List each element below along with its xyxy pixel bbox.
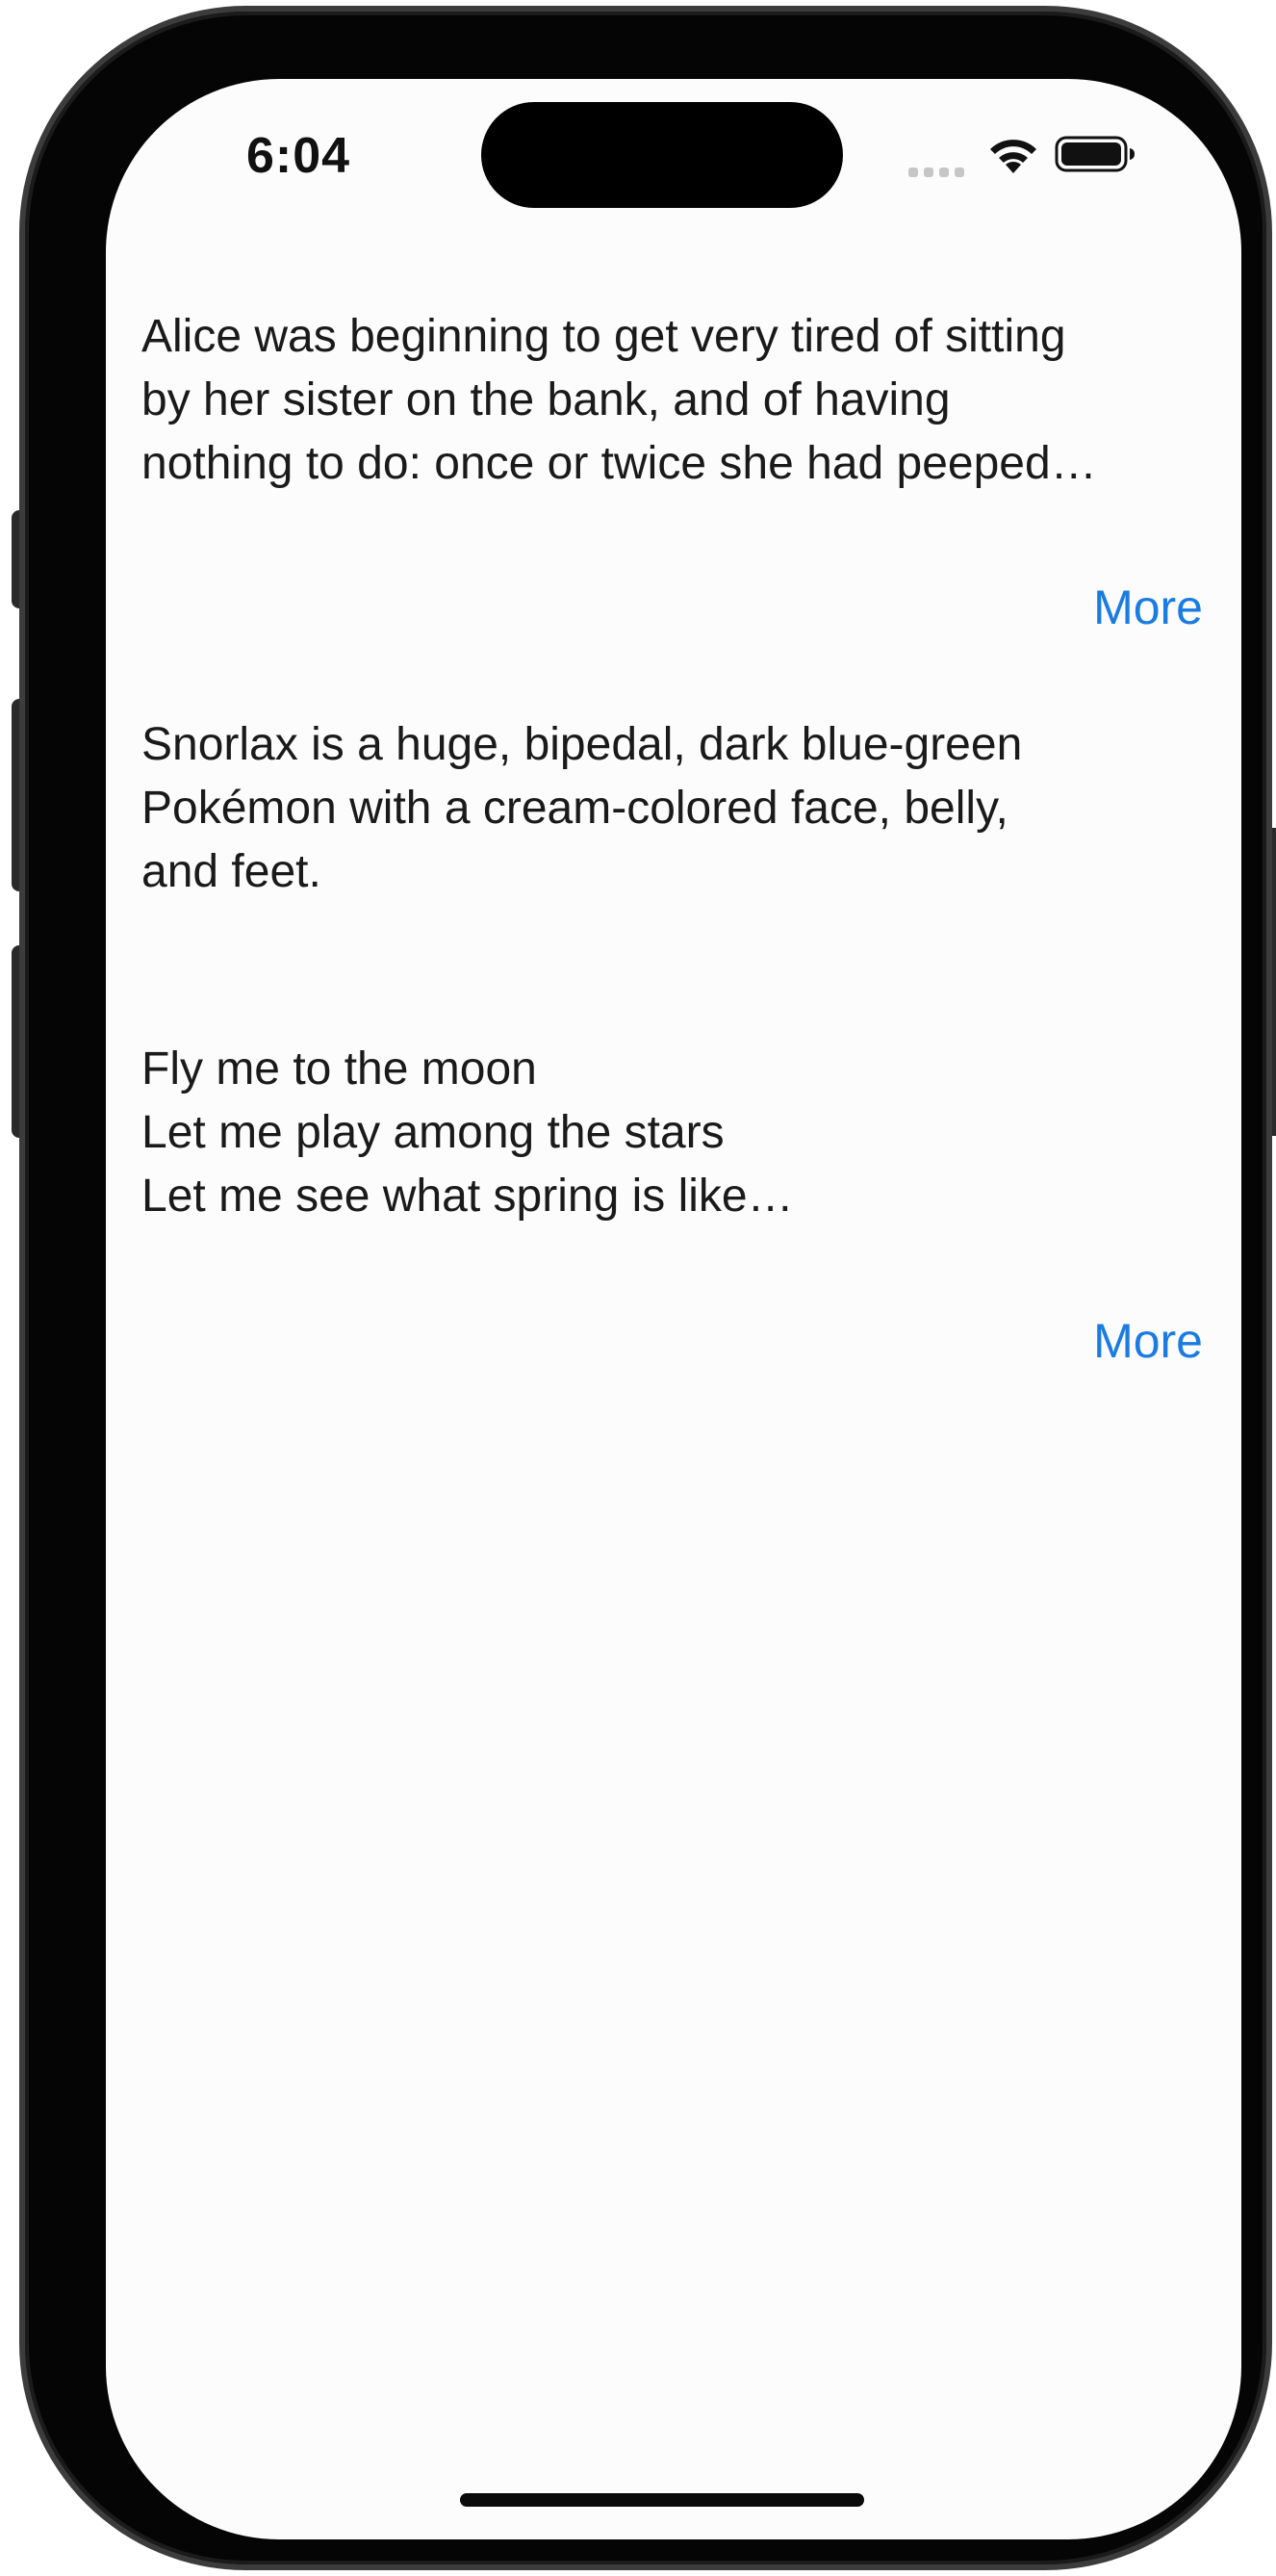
phone-frame: 6:04 Alice was beginning to get very tir…: [25, 12, 1266, 2564]
dynamic-island: [481, 102, 843, 208]
wifi-icon: [990, 140, 1036, 173]
text-item: Snorlax is a huge, bipedal, dark blue-gr…: [141, 719, 1023, 897]
screen: 6:04 Alice was beginning to get very tir…: [106, 79, 1241, 2539]
text-item: Fly me to the moon Let me play among the…: [141, 1043, 794, 1222]
battery-icon: [1055, 136, 1135, 172]
home-indicator[interactable]: [460, 2493, 864, 2507]
more-button[interactable]: More: [1093, 580, 1203, 635]
signal-icon: [908, 167, 964, 177]
more-button[interactable]: More: [1093, 1313, 1203, 1369]
text-item: Alice was beginning to get very tired of…: [141, 311, 1097, 489]
status-time: 6:04: [246, 128, 351, 184]
